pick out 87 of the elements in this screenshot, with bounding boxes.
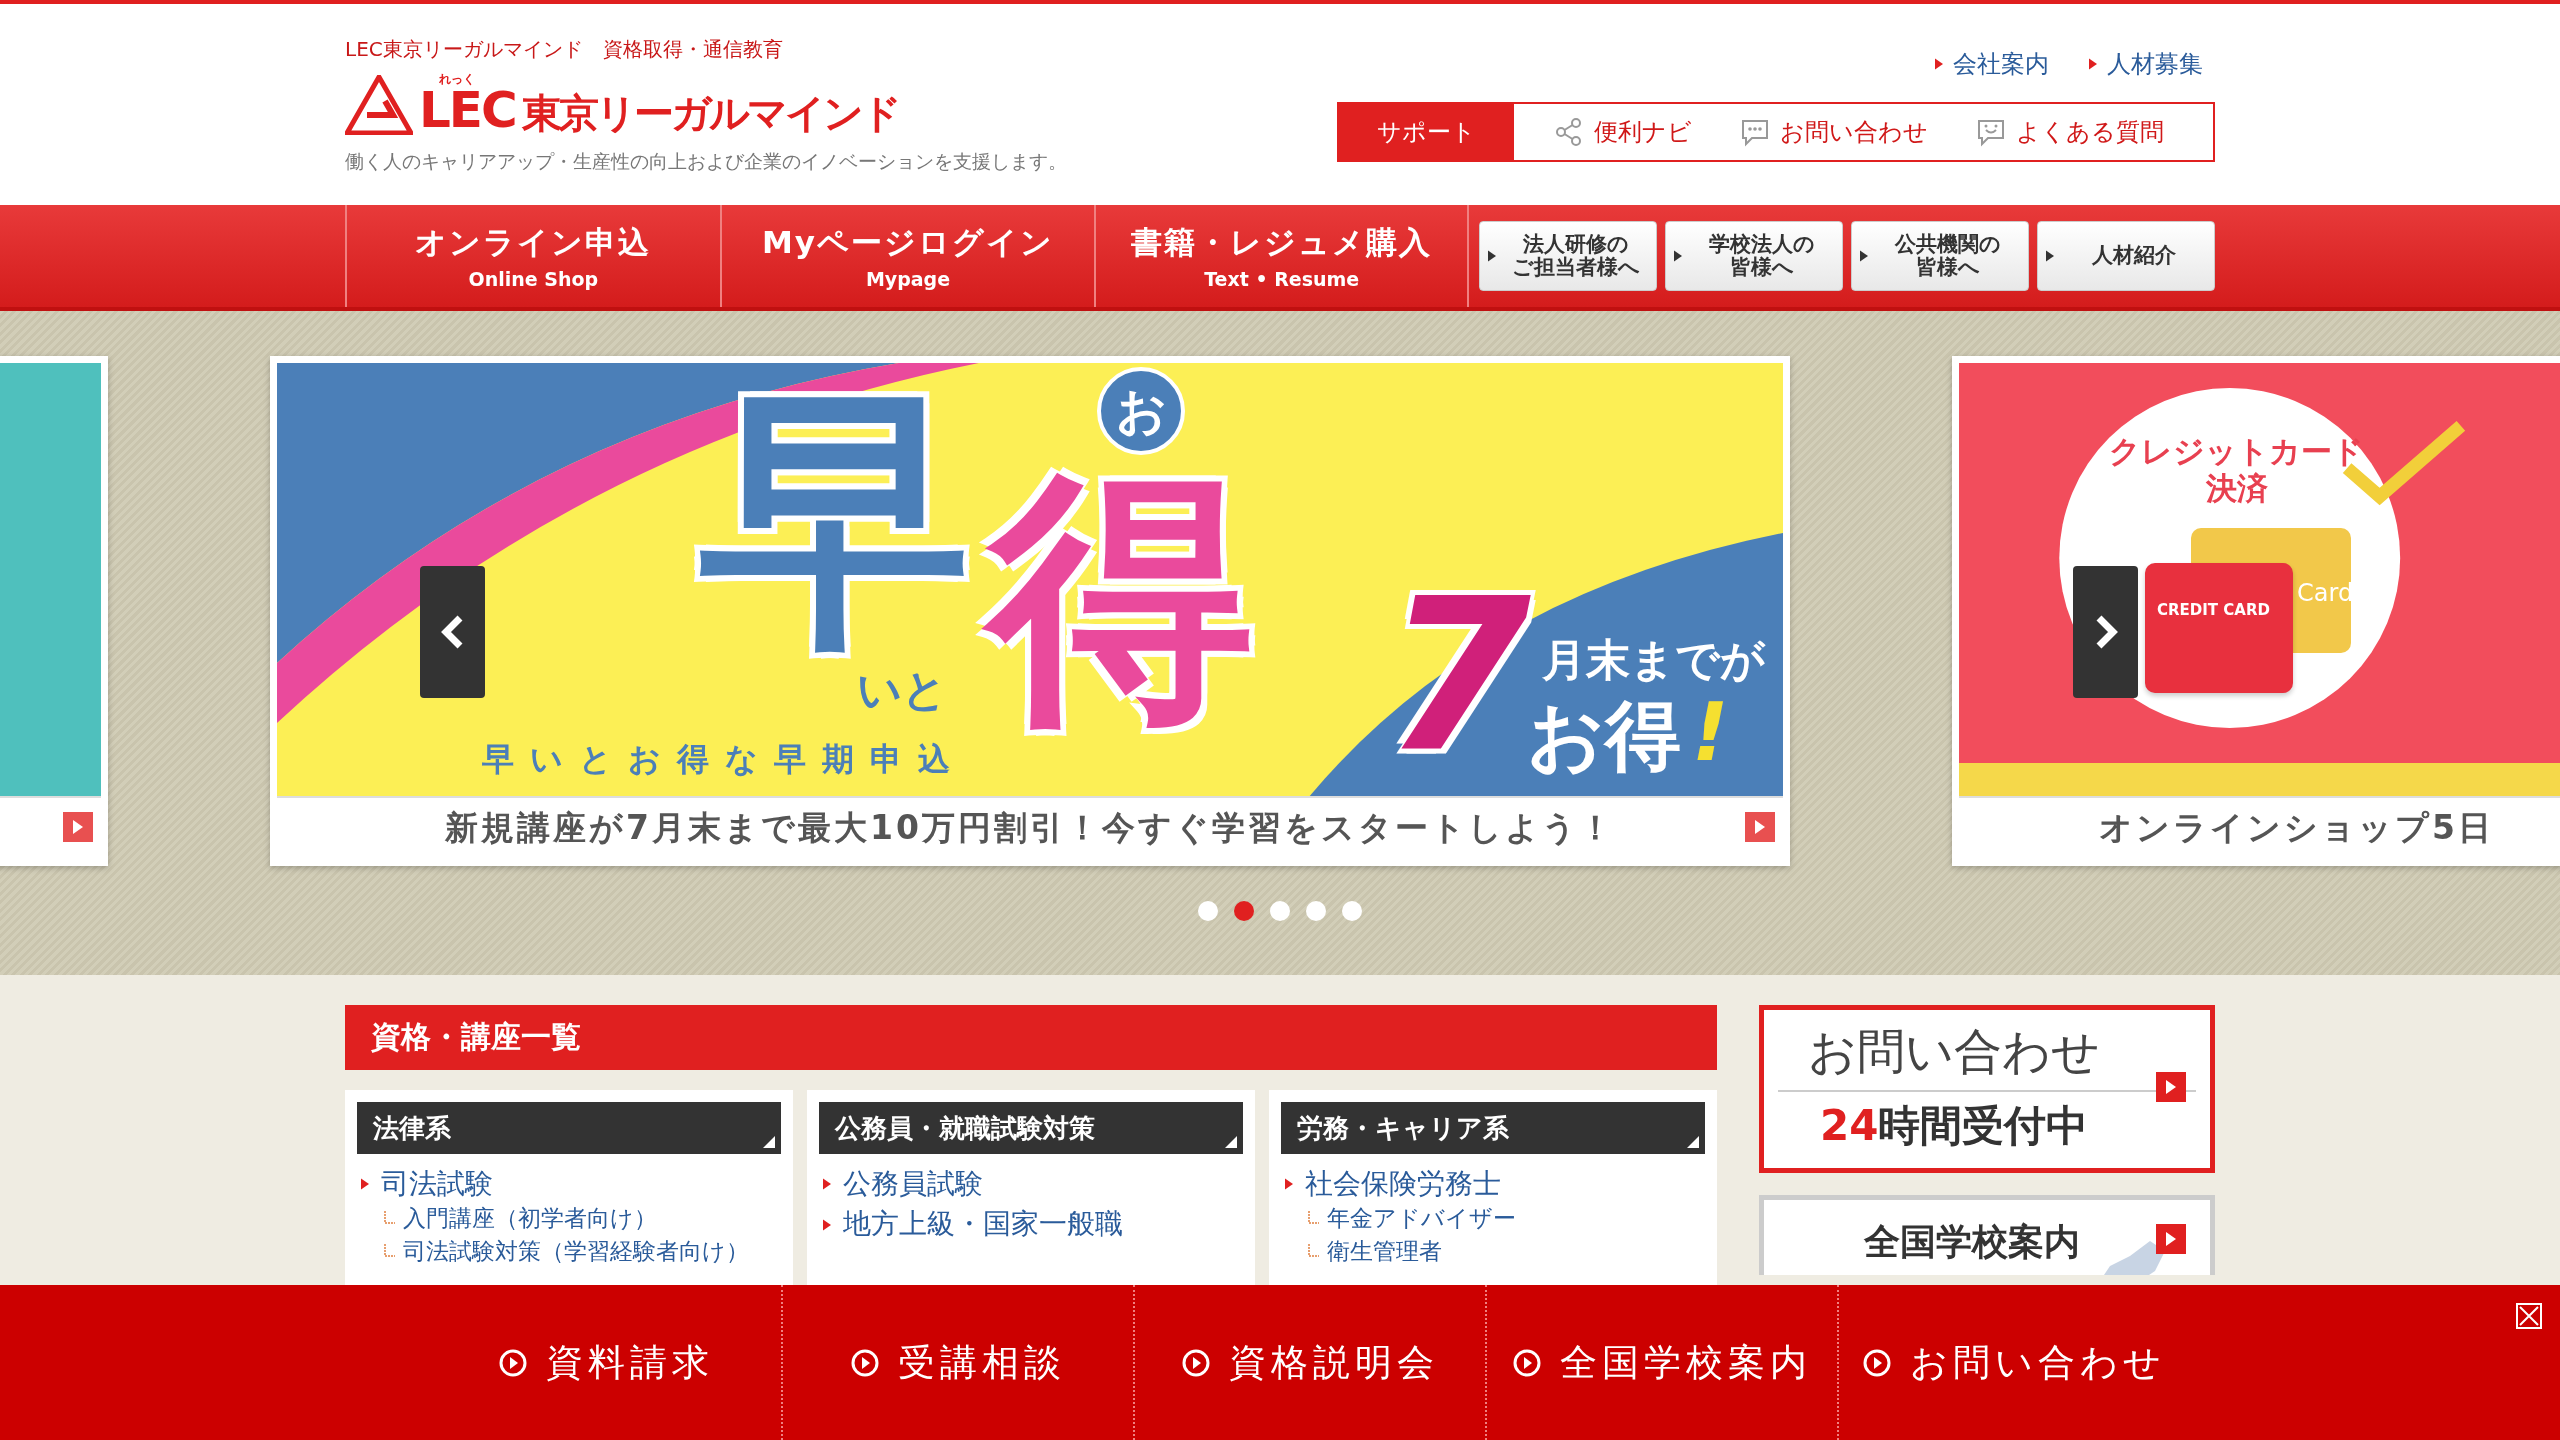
category-heading: 法律系 (357, 1102, 781, 1154)
tagline: LEC東京リーガルマインド 資格取得・通信教育 (345, 36, 784, 63)
next-button[interactable] (2073, 566, 2138, 698)
course-link[interactable]: 公務員試験 (823, 1166, 1243, 1203)
banner-caption: オンラインショップ5日 (2099, 807, 2494, 849)
section-heading: 資格・講座一覧 (345, 1005, 1717, 1070)
bullet-icon (361, 1178, 369, 1191)
header-link[interactable]: 会社案内 (1935, 48, 2049, 80)
bottom-bar-link[interactable]: 資格説明会 (1133, 1285, 1485, 1440)
card-text: CREDIT CARD (2157, 603, 2270, 618)
support-link[interactable]: 便利ナビ (1554, 116, 1692, 148)
elbow-icon (1307, 1211, 1319, 1226)
support-link[interactable]: お問い合わせ (1740, 116, 1928, 148)
banner-caption: 新規講座が7月末まで最大10万円割引！今すぐ学習をスタートしよう！ (445, 807, 1615, 849)
chevron-icon (1674, 250, 1682, 262)
corner-icon (1687, 1136, 1699, 1148)
carousel-dot[interactable] (1234, 901, 1254, 921)
elbow-icon (383, 1243, 395, 1258)
support-link[interactable]: よくある質問 (1976, 116, 2164, 148)
course-sublink[interactable]: 年金アドバイザー (1307, 1202, 1705, 1235)
support-label: サポート (1339, 104, 1514, 160)
carousel-dot[interactable] (1270, 901, 1290, 921)
chevron-icon (2046, 250, 2054, 262)
header-link[interactable]: 人材募集 (2089, 48, 2203, 80)
smile-chat-icon (1976, 117, 2006, 147)
nav-button[interactable]: 公共機関の 皆様へ (1851, 221, 2029, 291)
caption-arrow-button[interactable] (63, 812, 93, 842)
banner-headline: 得 (982, 459, 1260, 737)
card-text: Card (2297, 581, 2354, 605)
bullet-icon (2089, 58, 2097, 70)
corner-icon (1225, 1136, 1237, 1148)
banner-text: ! (1692, 693, 1729, 773)
category-heading: 労務・キャリア系 (1281, 1102, 1705, 1154)
logo-text: LEC (419, 85, 516, 135)
logo-kana: れっく (439, 73, 475, 85)
nav-tab[interactable]: 書籍・レジュメ購入 Text • Resume (1094, 205, 1469, 307)
carousel-dot[interactable] (1306, 901, 1326, 921)
course-link[interactable]: 司法試験 (361, 1166, 781, 1203)
bottom-bar-link[interactable]: 資料請求 (431, 1285, 781, 1440)
bullet-icon (823, 1218, 831, 1231)
course-sublink[interactable]: 司法試験対策（学習経験者向け） (383, 1234, 781, 1267)
play-circle-icon (1181, 1347, 1211, 1378)
chevron-icon (73, 820, 83, 834)
course-sublink[interactable]: 入門講座（初学者向け） (383, 1202, 781, 1235)
bottom-bar-link[interactable]: お問い合わせ (1837, 1285, 2189, 1440)
corner-icon (763, 1136, 775, 1148)
banner-slide[interactable]: クレジットカード 決済 Card CREDIT CARD オンラインショップ5日 (1952, 356, 2560, 866)
bottom-bar-link[interactable]: 受講相談 (781, 1285, 1133, 1440)
play-circle-icon (1512, 1347, 1542, 1378)
category-heading: 公務員・就職試験対策 (819, 1102, 1243, 1154)
logo-text: 東京リーガルマインド (521, 91, 899, 135)
bullet-icon (1935, 58, 1943, 70)
share-icon (1554, 117, 1584, 147)
nav-tab[interactable]: Myページログイン Mypage (719, 205, 1095, 307)
nav-tab[interactable]: オンライン申込 Online Shop (345, 205, 720, 307)
carousel-dot[interactable] (1198, 901, 1218, 921)
banner-title: クレジットカード 決済 (2109, 433, 2364, 508)
banner-subtitle: 早いとお得な早期申込 (482, 743, 966, 775)
schools-banner[interactable]: 全国学校案内 (1759, 1195, 2215, 1275)
logo-mark-icon (345, 75, 413, 135)
banner-text: お得 (1527, 698, 1681, 774)
bullet-icon (1285, 1178, 1293, 1191)
banner-text: 月末までが (1542, 638, 1765, 682)
play-circle-icon (1862, 1347, 1892, 1378)
close-icon[interactable] (2516, 1303, 2542, 1329)
prev-button[interactable] (420, 566, 485, 698)
carousel-dot[interactable] (1342, 901, 1362, 921)
course-link[interactable]: 社会保険労務士 (1285, 1166, 1705, 1203)
site-description: 働く人のキャリアアップ・生産性の向上および企業のイノベーションを支援します。 (345, 149, 1067, 174)
course-link[interactable]: 地方上級・国家一般職 (823, 1206, 1243, 1243)
elbow-icon (383, 1211, 395, 1226)
contact-banner[interactable]: お問い合わせ 24時間受付中 (1759, 1005, 2215, 1173)
bullet-icon (823, 1178, 831, 1191)
chat-icon (1740, 117, 1770, 147)
caption-arrow-button[interactable] (1745, 812, 1775, 842)
course-sublink[interactable]: 衛生管理者 (1307, 1234, 1705, 1267)
nav-button[interactable]: 学校法人の 皆様へ (1665, 221, 1843, 291)
chevron-icon (1860, 250, 1868, 262)
chevron-icon (1488, 250, 1496, 262)
elbow-icon (1307, 1243, 1319, 1258)
bottom-bar-link[interactable]: 全国学校案内 (1485, 1285, 1837, 1440)
chevron-icon (1755, 820, 1765, 834)
banner-text: いと (857, 668, 947, 712)
play-circle-icon (498, 1347, 528, 1378)
nav-button[interactable]: 法人研修の ご担当者様へ (1479, 221, 1657, 291)
nav-button[interactable]: 人材紹介 (2037, 221, 2215, 291)
play-circle-icon (850, 1347, 880, 1378)
